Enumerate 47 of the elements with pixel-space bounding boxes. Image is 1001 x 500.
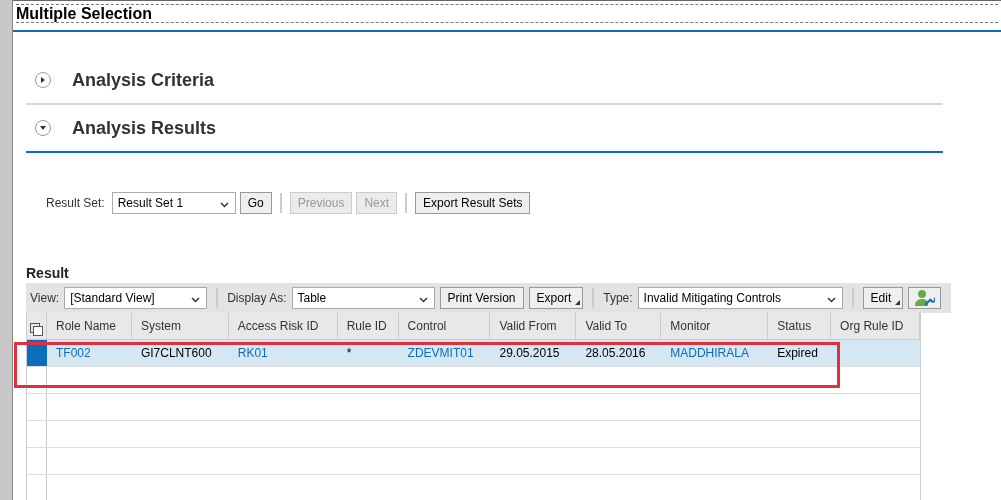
table-cell-text: GI7CLNT600	[140, 345, 212, 362]
section-title: Analysis Results	[72, 116, 217, 140]
column-header[interactable]: Org Rule ID	[831, 313, 920, 339]
toolbar-button[interactable]: Print Version	[439, 287, 524, 309]
result-title: Result	[26, 266, 70, 280]
dropdown-field[interactable]: Result Set 1	[111, 192, 236, 214]
menu-corner-icon	[575, 300, 581, 305]
user-settings-button[interactable]	[908, 287, 942, 309]
dropdown-field[interactable]: [Standard View]	[64, 287, 208, 309]
section-title: Analysis Criteria	[72, 68, 215, 92]
collapse-toggle-icon[interactable]	[35, 120, 51, 136]
table-cell-text: 29.05.2015	[499, 345, 560, 362]
dropdown-field[interactable]: Invalid Mitigating Controls	[637, 287, 843, 309]
select-all-icon[interactable]	[30, 323, 43, 336]
toolbar-button[interactable]: Export Result Sets	[415, 192, 531, 214]
table-link[interactable]: ZDEVMIT01	[407, 344, 474, 362]
field-label: View:	[30, 290, 60, 307]
toolbar-button[interactable]: Export	[528, 287, 584, 309]
dropdown-caret-icon	[191, 297, 201, 303]
column-header[interactable]: Monitor	[661, 313, 769, 339]
toolbar-button[interactable]: Go	[239, 192, 272, 214]
column-header[interactable]: Control	[398, 313, 491, 339]
column-header[interactable]: Role Name	[46, 313, 132, 339]
column-header[interactable]: System	[131, 313, 229, 339]
dropdown-caret-icon	[418, 297, 428, 303]
dialog-title: Multiple Selection	[16, 5, 152, 22]
field-label: Type:	[603, 290, 633, 307]
dropdown-field[interactable]: Table	[291, 287, 435, 309]
dropdown-caret-icon	[219, 202, 229, 208]
user-wrench-icon	[914, 289, 935, 307]
table-link[interactable]: RK01	[237, 344, 268, 362]
column-header[interactable]: Rule ID	[337, 313, 399, 339]
field-label: Display As:	[227, 290, 287, 307]
column-header[interactable]: Valid From	[490, 313, 577, 339]
table-cell-text: *	[346, 345, 352, 362]
table-cell-text: Expired	[777, 345, 818, 362]
table-link[interactable]: TF002	[55, 344, 91, 362]
expand-toggle-icon[interactable]	[35, 72, 51, 88]
field-label: Result Set:	[46, 195, 105, 212]
dropdown-caret-icon	[826, 297, 836, 303]
table-cell-text: 28.05.2016	[585, 345, 646, 362]
table-link[interactable]: MADDHIRALA	[670, 344, 749, 362]
column-header[interactable]: Access Risk ID	[228, 313, 338, 339]
toolbar-button[interactable]: Edit	[862, 287, 904, 309]
menu-corner-icon	[895, 300, 901, 305]
column-header[interactable]: Valid To	[576, 313, 662, 339]
column-header[interactable]: Status	[768, 313, 832, 339]
